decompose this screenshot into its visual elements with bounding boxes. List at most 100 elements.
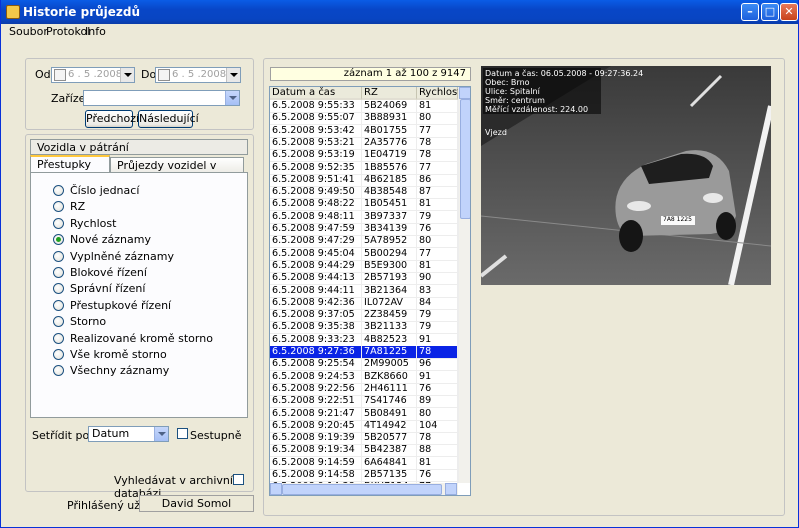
- scroll-thumb[interactable]: [460, 99, 470, 219]
- table-row[interactable]: 6.5.2008 9:44:13 2B57193 90: [270, 272, 458, 286]
- cell-rz: 4B82523: [362, 333, 417, 347]
- table-row[interactable]: 6.5.2008 9:48:11 3B97337 79: [270, 210, 458, 224]
- cell-datum: 6.5.2008 9:55:07: [270, 112, 362, 126]
- menu-soubor[interactable]: Soubor: [9, 25, 48, 38]
- table-row[interactable]: 6.5.2008 9:37:05 2Z38459 79: [270, 309, 458, 323]
- radio-button[interactable]: [53, 365, 64, 377]
- horizontal-scrollbar[interactable]: [270, 483, 458, 495]
- radio-button[interactable]: [53, 185, 64, 196]
- table-row[interactable]: 6.5.2008 9:48:22 1B05451 81: [270, 198, 458, 212]
- table-row[interactable]: 6.5.2008 9:25:54 2M99005 96: [270, 358, 458, 372]
- radio-label: Vyplněné záznamy: [70, 249, 174, 263]
- table-row[interactable]: 6.5.2008 9:14:58 2B57135 76: [270, 469, 458, 482]
- next-button[interactable]: Následující: [138, 110, 199, 128]
- from-date-picker[interactable]: 6 . 5 .2008: [51, 67, 135, 83]
- radio-button[interactable]: [53, 332, 64, 344]
- cell-datum: 6.5.2008 9:55:33: [270, 100, 362, 113]
- menu-info[interactable]: Info: [85, 25, 106, 38]
- records-grid[interactable]: Datum a čas RZ Rychlost 6.5.2008 9:55:33…: [269, 86, 471, 496]
- cell-rz: 3B21133: [362, 321, 417, 335]
- radio-button[interactable]: [53, 349, 64, 360]
- table-row[interactable]: 6.5.2008 9:53:42 4B01755 77: [270, 124, 458, 138]
- table-row[interactable]: 6.5.2008 9:22:51 7S41746 89: [270, 395, 458, 409]
- table-row[interactable]: 6.5.2008 9:51:41 4B62185 86: [270, 173, 458, 187]
- column-datum[interactable]: Datum a čas: [270, 87, 362, 100]
- menu-protokol[interactable]: Protokol: [46, 25, 90, 38]
- table-row[interactable]: 6.5.2008 9:53:21 2A35776 78: [270, 136, 458, 150]
- table-row[interactable]: 6.5.2008 9:49:50 4B38548 87: [270, 186, 458, 200]
- table-row[interactable]: 6.5.2008 9:27:36 7A81225 78: [270, 345, 459, 360]
- cell-rychlost: 77: [417, 161, 458, 175]
- table-row[interactable]: 6.5.2008 9:53:19 1E04719 78: [270, 149, 458, 163]
- table-row[interactable]: 6.5.2008 9:55:33 5B24069 81: [270, 100, 458, 113]
- table-row[interactable]: 6.5.2008 9:19:34 5B42387 88: [270, 444, 458, 458]
- radio-label: RZ: [70, 200, 86, 214]
- window-title: Historie průjezdů: [23, 5, 141, 19]
- query-group: Vozidla v pátrání Přestupky Průjezdy voz…: [25, 134, 254, 500]
- radio-button[interactable]: [53, 299, 64, 311]
- cell-datum: 6.5.2008 9:45:04: [270, 247, 362, 261]
- cell-rz: 4B01755: [362, 124, 417, 138]
- column-rz[interactable]: RZ: [362, 87, 417, 100]
- cell-rz: 5A78952: [362, 235, 417, 249]
- scroll-up-icon[interactable]: [459, 87, 470, 99]
- radio-button[interactable]: [53, 201, 64, 213]
- table-row[interactable]: 6.5.2008 9:20:45 4T14942 104: [270, 419, 458, 433]
- table-row[interactable]: 6.5.2008 9:45:04 5B00294 77: [270, 247, 458, 261]
- cell-datum: 6.5.2008 9:48:22: [270, 198, 362, 212]
- close-icon[interactable]: ✕: [780, 3, 798, 21]
- cell-rychlost: 87: [417, 186, 458, 200]
- table-row[interactable]: 6.5.2008 9:24:53 BZK8660 91: [270, 370, 458, 384]
- device-select[interactable]: [83, 90, 240, 106]
- cell-rz: 3B34139: [362, 223, 417, 236]
- radio-button[interactable]: [53, 316, 64, 328]
- table-row[interactable]: 6.5.2008 9:47:29 5A78952 80: [270, 235, 458, 249]
- radio-label: Správní řízení: [70, 282, 146, 296]
- radio-button[interactable]: [53, 217, 64, 229]
- tab-prestupky[interactable]: Přestupky: [30, 155, 110, 172]
- title-bar[interactable]: Historie průjezdů – □ ✕: [1, 0, 798, 24]
- scroll-right-icon[interactable]: [445, 483, 457, 495]
- chevron-down-icon[interactable]: [154, 427, 168, 441]
- table-row[interactable]: 6.5.2008 9:52:35 1B85576 77: [270, 161, 458, 175]
- table-row[interactable]: 6.5.2008 9:44:29 B5E9300 81: [270, 259, 458, 273]
- from-date-value: 6 . 5 .2008: [68, 69, 123, 80]
- minimize-icon[interactable]: –: [741, 3, 759, 21]
- cell-rychlost: 104: [417, 419, 458, 433]
- sort-select[interactable]: Datum: [88, 426, 169, 442]
- to-date-picker[interactable]: 6 . 5 .2008: [155, 67, 241, 83]
- chevron-down-icon[interactable]: [226, 68, 240, 82]
- table-row[interactable]: 6.5.2008 9:14:59 6A64841 81: [270, 456, 458, 470]
- cell-rychlost: 76: [417, 382, 458, 396]
- previous-button[interactable]: Předchozí: [85, 110, 139, 128]
- table-row[interactable]: 6.5.2008 9:21:47 5B08491 80: [270, 407, 458, 421]
- table-row[interactable]: 6.5.2008 9:47:59 3B34139 76: [270, 223, 458, 236]
- table-row[interactable]: 6.5.2008 9:35:38 3B21133 79: [270, 321, 458, 335]
- column-rychlost[interactable]: Rychlost: [417, 87, 461, 100]
- maximize-icon[interactable]: □: [761, 3, 779, 21]
- cell-datum: 6.5.2008 9:25:54: [270, 358, 362, 372]
- archive-checkbox[interactable]: [233, 474, 244, 485]
- radio-label: Vše kromě storno: [70, 348, 167, 361]
- chevron-down-icon[interactable]: [120, 68, 134, 82]
- scroll-thumb-horizontal[interactable]: [282, 484, 442, 495]
- table-row[interactable]: 6.5.2008 9:19:39 5B20577 78: [270, 432, 458, 446]
- vertical-scrollbar[interactable]: [458, 87, 470, 483]
- to-date-checkbox[interactable]: [158, 69, 170, 81]
- radio-button[interactable]: [53, 234, 64, 246]
- from-date-checkbox[interactable]: [54, 69, 66, 81]
- radio-button[interactable]: [53, 283, 64, 295]
- tab-pruzjezdy-vozidel[interactable]: Průjezdy vozidel v pátrání: [110, 157, 244, 187]
- table-row[interactable]: 6.5.2008 9:33:23 4B82523 91: [270, 333, 458, 347]
- cell-rz: 4B38548: [362, 186, 417, 200]
- sort-descending-checkbox[interactable]: [177, 428, 188, 439]
- radio-button[interactable]: [53, 250, 64, 262]
- tab-vozidla-v-patrani[interactable]: Vozidla v pátrání: [30, 139, 248, 155]
- scroll-left-icon[interactable]: [270, 483, 282, 495]
- table-row[interactable]: 6.5.2008 9:44:11 3B21364 83: [270, 284, 458, 298]
- table-row[interactable]: 6.5.2008 9:42:36 IL072AV 84: [270, 296, 458, 310]
- radio-button[interactable]: [53, 267, 64, 278]
- table-row[interactable]: 6.5.2008 9:55:07 3B88931 80: [270, 112, 458, 126]
- table-row[interactable]: 6.5.2008 9:22:56 2H46111 76: [270, 382, 458, 396]
- chevron-down-icon[interactable]: [225, 91, 239, 105]
